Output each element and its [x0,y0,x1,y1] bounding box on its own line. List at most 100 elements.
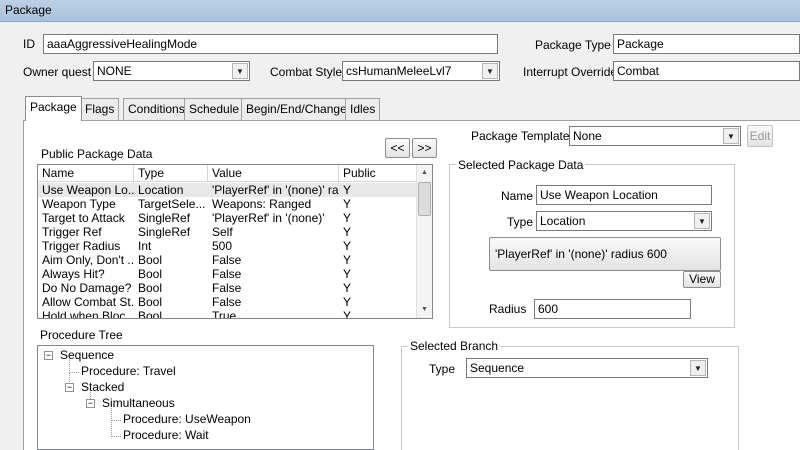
chevron-down-icon[interactable]: ▼ [723,128,739,144]
table-cell: Y [343,183,352,197]
table-row[interactable]: Trigger Radius Int 500 Y [38,239,418,253]
tree-node-useweapon[interactable]: Procedure: UseWeapon [123,412,251,426]
tree-node-wait[interactable]: Procedure: Wait [123,428,209,442]
selected-type-label: Type [507,215,534,229]
table-row[interactable]: Always Hit? Bool False Y [38,267,418,281]
table-cell: SingleRef [138,211,191,225]
location-select-button[interactable]: 'PlayerRef' in '(none)' radius 600 [489,237,721,271]
tab-conditions[interactable]: Conditions [123,98,190,120]
collapse-icon[interactable]: − [86,399,95,408]
table-cell: TargetSele... [138,197,206,211]
collapse-icon[interactable]: − [44,351,53,360]
tree-node-sequence[interactable]: Sequence [60,348,114,362]
scroll-up-icon[interactable]: ▲ [417,165,432,181]
chevron-down-icon[interactable]: ▼ [690,360,706,376]
procedure-tree-title: Procedure Tree [40,328,123,342]
chevron-down-icon[interactable]: ▼ [232,63,248,79]
package-type-field: Package [613,34,800,54]
combat-style-dropdown[interactable]: csHumanMeleeLvl7 ▼ [342,61,500,81]
table-cell: Self [212,225,233,239]
selected-type-value: Location [540,214,586,228]
table-cell: False [212,267,242,281]
table-cell: Y [343,211,352,225]
edit-button[interactable]: Edit [747,125,773,147]
scroll-thumb[interactable] [418,182,431,216]
scroll-down-icon[interactable]: ▼ [417,302,432,318]
selected-type-dropdown[interactable]: Location ▼ [536,211,712,231]
title-bar[interactable]: Package [0,0,800,22]
table-cell: Trigger Ref [42,225,102,239]
table-cell: Hold when Bloc... [42,309,134,319]
table-cell: Weapon Type [42,197,116,211]
tree-connector [69,372,79,373]
id-label: ID [23,37,35,51]
radius-value: 600 [538,302,559,316]
table-cell: False [212,253,242,267]
table-cell: Weapons: Ranged [212,197,312,211]
table-row[interactable]: Use Weapon Lo... Location 'PlayerRef' in '… [38,183,418,197]
table-row[interactable]: Do No Damage? Bool False Y [38,281,418,295]
package-template-dropdown[interactable]: None ▼ [569,126,741,146]
table-cell: Y [343,281,352,295]
selected-name-label: Name [501,189,534,203]
table-cell: Y [343,267,352,281]
table-cell: Allow Combat St... [42,295,134,309]
owner-quest-label: Owner quest [23,65,92,79]
table-row[interactable]: Target to Attack SingleRef 'PlayerRef' in … [38,211,418,225]
table-cell: 'PlayerRef' in '(none)' [212,211,325,225]
radius-label: Radius [489,302,527,316]
tab-begin-end-change[interactable]: Begin/End/Change [241,98,352,120]
combat-style-value: csHumanMeleeLvl7 [346,64,452,78]
public-package-data-list[interactable]: Name Type Value Public Use Weapon Lo... L… [37,164,433,319]
tree-node-travel[interactable]: Procedure: Travel [81,364,176,378]
column-header-public[interactable]: Public [339,165,418,182]
chevron-down-icon[interactable]: ▼ [694,213,710,229]
interrupt-override-dropdown[interactable]: Combat [613,61,800,81]
list-scrollbar[interactable]: ▲ ▼ [416,165,432,318]
owner-quest-value: NONE [97,64,132,78]
table-cell: Y [343,295,352,309]
table-cell: Y [343,253,352,267]
table-cell: Int [138,239,152,253]
table-row[interactable]: Weapon Type TargetSele... Weapons: Ranged Y [38,197,418,211]
table-cell: Y [343,197,352,211]
table-cell: Do No Damage? [42,281,132,295]
table-cell: Bool [138,267,163,281]
table-cell: Location [138,183,184,197]
branch-type-dropdown[interactable]: Sequence ▼ [466,358,708,378]
public-package-data-title: Public Package Data [41,147,153,161]
column-header-type[interactable]: Type [134,165,208,182]
package-template-label: Package Template [471,129,570,143]
next-button[interactable]: >> [412,138,437,158]
table-cell: SingleRef [138,225,191,239]
tab-flags[interactable]: Flags [80,98,120,120]
previous-button[interactable]: << [385,138,410,158]
tab-idles[interactable]: Idles [345,98,381,120]
branch-type-value: Sequence [470,361,525,375]
tab-schedule[interactable]: Schedule [184,98,245,120]
package-type-label: Package Type [535,38,611,52]
tree-connector [111,420,121,421]
list-header: Name Type Value Public [38,165,418,182]
collapse-icon[interactable]: − [65,383,74,392]
table-row[interactable]: Hold when Bloc... Bool True Y [38,309,418,319]
tab-package[interactable]: Package [25,96,82,121]
tree-node-simultaneous[interactable]: Simultaneous [102,396,175,410]
view-button[interactable]: View [683,271,721,288]
id-input-value: aaaAggressiveHealingMode [47,37,198,51]
tree-node-stacked[interactable]: Stacked [81,380,124,394]
procedure-tree[interactable]: − Sequence Procedure: Travel − Stacked −… [37,345,374,450]
chevron-down-icon[interactable]: ▼ [482,63,498,79]
table-cell: Bool [138,281,163,295]
selected-name-field[interactable]: Use Weapon Location [536,185,712,205]
table-row[interactable]: Allow Combat St... Bool False Y [38,295,418,309]
branch-type-label: Type [429,362,456,376]
table-row[interactable]: Aim Only, Don't ... Bool False Y [38,253,418,267]
column-header-name[interactable]: Name [38,165,134,182]
column-header-value[interactable]: Value [208,165,339,182]
selected-name-value: Use Weapon Location [540,188,658,202]
radius-input[interactable]: 600 [534,299,691,319]
table-row[interactable]: Trigger Ref SingleRef Self Y [38,225,418,239]
id-input[interactable]: aaaAggressiveHealingMode [43,34,498,54]
owner-quest-dropdown[interactable]: NONE ▼ [93,61,250,81]
